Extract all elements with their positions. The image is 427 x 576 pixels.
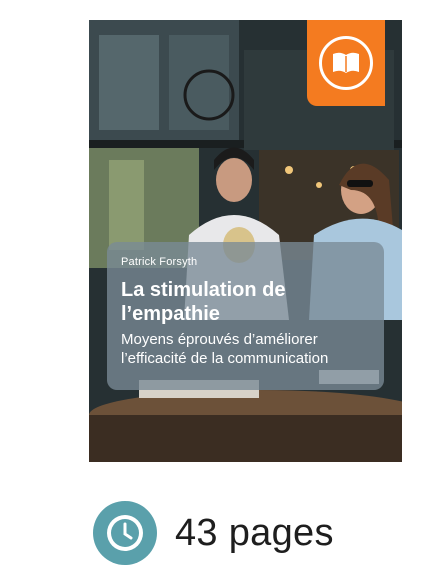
book-subtitle-line1: Moyens éprouvés d’améliorer xyxy=(121,331,318,348)
book-author: Patrick Forsyth xyxy=(121,256,198,268)
book-title-line2: l’empathie xyxy=(121,303,220,325)
book-title-line1: La stimulation de xyxy=(121,279,286,301)
clock-icon xyxy=(93,501,157,565)
page-count-row: 43 pages xyxy=(93,497,334,569)
book-subtitle: Moyens éprouvés d’améliorer l’efficacité… xyxy=(121,330,370,368)
book-badge xyxy=(307,20,385,106)
cover-text-panel: Patrick Forsyth La stimulation de l’empa… xyxy=(107,242,384,390)
book-subtitle-line2: l’efficacité de la communication xyxy=(121,350,329,367)
page-count: 43 pages xyxy=(175,511,334,554)
book-icon xyxy=(319,36,373,90)
book-cover[interactable]: Patrick Forsyth La stimulation de l’empa… xyxy=(89,20,402,462)
book-title: La stimulation de l’empathie xyxy=(121,278,370,326)
